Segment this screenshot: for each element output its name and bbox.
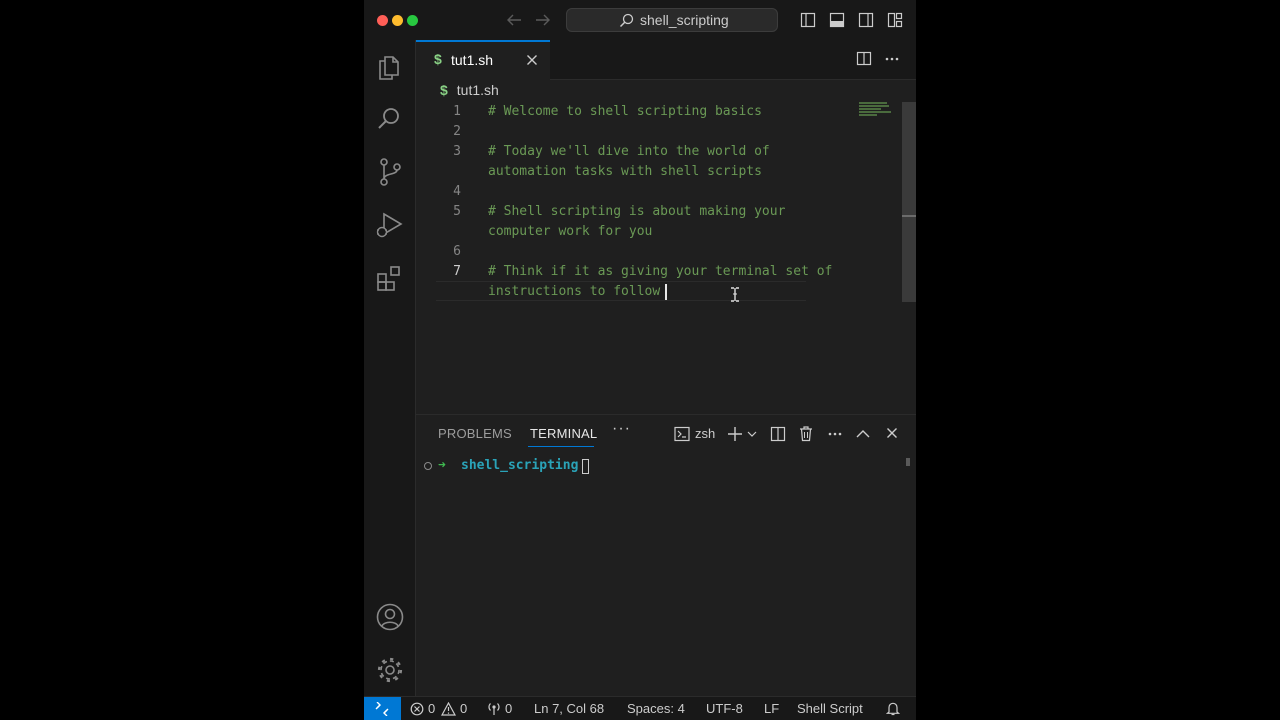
panel-more-tabs-button[interactable]: ···	[612, 420, 631, 438]
split-editor-icon[interactable]	[856, 51, 872, 67]
code-line-wrap: automation tasks with shell scripts	[488, 164, 762, 179]
line-number: 4	[453, 184, 461, 199]
code-line: # Shell scripting is about making your	[488, 204, 786, 219]
minimap[interactable]	[859, 102, 899, 120]
plus-icon[interactable]	[727, 426, 743, 442]
forward-arrow-icon[interactable]	[534, 12, 552, 28]
code-line-wrap: computer work for you	[488, 224, 653, 239]
shell-file-icon: $	[434, 51, 442, 67]
account-icon[interactable]	[375, 602, 405, 632]
editor-tab-bar: $ tut1.sh	[416, 40, 916, 80]
prompt-directory: shell_scripting	[461, 458, 579, 473]
command-decoration-icon	[424, 462, 432, 470]
toggle-sidebar-icon[interactable]	[800, 12, 816, 28]
terminal-icon[interactable]	[674, 426, 690, 442]
explorer-icon[interactable]	[376, 53, 402, 81]
editor-scrollbar[interactable]	[902, 102, 916, 302]
close-icon[interactable]	[526, 54, 538, 66]
source-control-icon[interactable]	[377, 157, 403, 187]
tab-label: tut1.sh	[451, 52, 494, 68]
error-count[interactable]: 0	[428, 701, 435, 716]
close-icon[interactable]	[886, 427, 898, 439]
scrollbar-position-marker	[902, 215, 916, 217]
breadcrumb-file: tut1.sh	[456, 82, 499, 98]
ports-icon[interactable]	[486, 701, 502, 716]
search-icon	[619, 13, 634, 28]
trash-icon[interactable]	[798, 425, 814, 442]
close-window-button[interactable]	[377, 15, 388, 26]
customize-layout-icon[interactable]	[887, 12, 903, 28]
run-debug-icon[interactable]	[375, 210, 405, 240]
shell-file-icon: $	[440, 82, 448, 98]
bell-icon[interactable]	[886, 701, 900, 716]
ports-count[interactable]: 0	[505, 701, 512, 716]
terminal-prompt[interactable]: ➜ shell_scripting	[424, 458, 589, 478]
warning-count[interactable]: 0	[460, 701, 467, 716]
more-actions-icon[interactable]	[884, 51, 900, 67]
cursor-position[interactable]: Ln 7, Col 68	[534, 701, 604, 716]
indentation[interactable]: Spaces: 4	[627, 701, 685, 716]
minimize-window-button[interactable]	[392, 15, 403, 26]
code-line: # Today we'll dive into the world of	[488, 144, 770, 159]
code-line: # Think if it as giving your terminal se…	[488, 264, 833, 279]
terminal-shell-name[interactable]: zsh	[695, 426, 715, 441]
more-actions-icon[interactable]	[827, 426, 843, 442]
back-arrow-icon[interactable]	[505, 12, 523, 28]
line-number: 1	[453, 104, 461, 119]
editor-tab-tut1[interactable]: $ tut1.sh	[416, 40, 550, 80]
code-line: # Welcome to shell scripting basics	[488, 104, 762, 119]
terminal-cursor	[582, 459, 589, 474]
encoding[interactable]: UTF-8	[706, 701, 743, 716]
warning-icon[interactable]	[441, 702, 456, 716]
status-bar: 0 0 0 Ln 7, Col 68 Spaces: 4 UTF-8 LF Sh…	[364, 696, 916, 720]
toggle-secondary-sidebar-icon[interactable]	[858, 12, 874, 28]
text-cursor	[665, 284, 667, 300]
line-number: 6	[453, 244, 461, 259]
settings-gear-icon[interactable]	[375, 655, 405, 685]
breadcrumb[interactable]: $ tut1.sh	[440, 82, 499, 98]
split-terminal-icon[interactable]	[770, 426, 786, 442]
line-number: 3	[453, 144, 461, 159]
remote-icon	[375, 702, 389, 716]
toggle-panel-icon[interactable]	[829, 12, 845, 28]
command-center-label: shell_scripting	[640, 12, 729, 28]
chevron-down-icon[interactable]	[747, 429, 757, 439]
line-number: 7	[453, 264, 461, 279]
prompt-arrow: ➜	[438, 458, 446, 473]
end-of-line[interactable]: LF	[764, 701, 779, 716]
error-icon[interactable]	[410, 702, 424, 716]
title-bar: shell_scripting	[364, 0, 916, 40]
panel-divider[interactable]	[416, 414, 916, 415]
vscode-window: shell_scripting $ tut1.sh $ tut1.sh 1 # …	[364, 0, 916, 720]
current-line-highlight	[436, 281, 806, 301]
text-cursor-pointer-icon	[731, 287, 739, 302]
search-icon[interactable]	[376, 106, 402, 132]
extensions-icon[interactable]	[375, 263, 405, 293]
active-tab-indicator	[528, 446, 594, 447]
tab-terminal[interactable]: TERMINAL	[530, 426, 597, 441]
chevron-up-icon[interactable]	[856, 428, 870, 440]
maximize-window-button[interactable]	[407, 15, 418, 26]
terminal-scrollbar[interactable]	[906, 458, 910, 466]
line-number: 2	[453, 124, 461, 139]
remote-indicator[interactable]	[364, 697, 401, 720]
activity-bar	[364, 40, 416, 696]
tab-problems[interactable]: PROBLEMS	[438, 426, 512, 441]
language-mode[interactable]: Shell Script	[797, 701, 863, 716]
command-center-search[interactable]: shell_scripting	[566, 8, 778, 32]
line-number: 5	[453, 204, 461, 219]
